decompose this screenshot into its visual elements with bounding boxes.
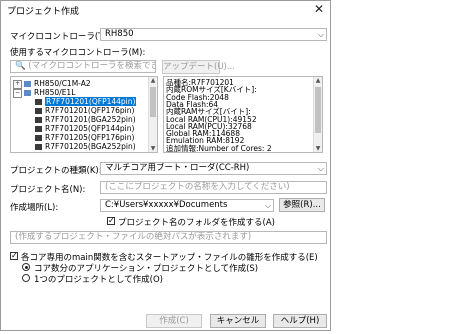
- use-mcu-label: 使用するマイクロコントローラ(M):: [10, 48, 146, 58]
- tree-item-label: R7F701201(QFP176pin): [45, 106, 135, 115]
- help-button[interactable]: ヘルプ(H): [273, 314, 327, 328]
- tree-item[interactable]: + RH850/C1M-A2: [13, 79, 91, 89]
- collapse-icon[interactable]: −: [13, 88, 22, 98]
- cancel-button[interactable]: キャンセル: [210, 314, 266, 328]
- device-group-icon: [24, 81, 31, 87]
- update-button[interactable]: アップデート(U)...: [162, 60, 235, 74]
- make-folder-label: プロジェクト名のフォルダを作成する(A): [118, 218, 275, 228]
- radio-single-project[interactable]: [22, 274, 30, 282]
- device-info-line: 追加情報:Number of Cores: 2: [166, 143, 272, 153]
- device-group-icon: [24, 90, 31, 96]
- project-type-dropdown[interactable]: マルチコア用ブート・ローダ(CC-RH) ⌵: [100, 162, 327, 175]
- location-value: C:¥Users¥xxxxx¥Documents: [105, 200, 228, 210]
- microcontroller-label: マイクロコントローラ(T):: [10, 32, 110, 42]
- tree-item[interactable]: R7F701205(QFP144pin): [35, 124, 134, 133]
- chip-icon: [35, 99, 42, 105]
- tree-item-label: R7F701205(QFP176pin): [45, 133, 135, 142]
- project-type-value: マルチコア用ブート・ローダ(CC-RH): [105, 163, 250, 173]
- location-combo[interactable]: C:¥Users¥xxxxx¥Documents ⌵: [100, 199, 274, 212]
- title-bar: プロジェクト作成 ✕: [1, 1, 330, 18]
- tree-item[interactable]: R7F701205(QFP176pin): [35, 133, 134, 142]
- chip-icon: [35, 135, 42, 141]
- scroll-up-icon[interactable]: ▲: [149, 77, 157, 84]
- info-scroll-thumb[interactable]: [315, 87, 321, 133]
- tree-scroll-thumb[interactable]: [150, 87, 156, 117]
- tree-item-label: RH850/C1M-A2: [34, 79, 91, 88]
- mcu-search-placeholder: (マイクロコントローラを検索できます): [28, 61, 155, 71]
- tree-item[interactable]: R7F701201(QFP176pin): [35, 106, 134, 115]
- project-name-placeholder: (ここにプロジェクトの名称を入力してください): [105, 182, 290, 192]
- project-type-label: プロジェクトの種類(K):: [10, 166, 102, 176]
- scroll-down-icon[interactable]: ▼: [149, 145, 157, 152]
- radio-single-project-label: 1つのプロジェクトとして作成(O): [34, 275, 163, 285]
- chevron-down-icon: ⌵: [317, 164, 324, 173]
- chip-icon: [35, 108, 42, 114]
- startup-file-checkbox[interactable]: ✓: [10, 252, 18, 260]
- tree-item-label: RH850/E1L: [34, 88, 76, 97]
- project-name-label: プロジェクト名(N):: [10, 185, 86, 195]
- chevron-down-icon: ⌵: [317, 30, 324, 39]
- chip-icon: [35, 144, 42, 150]
- window-title: プロジェクト作成: [7, 7, 80, 17]
- info-scrollbar[interactable]: ▲ ▼: [313, 77, 322, 152]
- tree-item[interactable]: R7F701205(BGA252pin): [35, 142, 136, 151]
- tree-item[interactable]: − RH850/E1L: [13, 88, 76, 98]
- location-label: 作成場所(L):: [10, 203, 59, 213]
- tree-scrollbar[interactable]: ▲ ▼: [148, 77, 157, 152]
- create-project-dialog: プロジェクト作成 ✕ マイクロコントローラ(T): RH850 ⌵ 使用するマイ…: [0, 0, 331, 331]
- path-preview-field: (作成するプロジェクト・ファイルの絶対パスが表示されます): [10, 231, 327, 244]
- project-name-input[interactable]: (ここにプロジェクトの名称を入力してください): [100, 181, 327, 194]
- device-info-panel: 品種名:R7F701201 内蔵ROMサイズ[Kバイト]: Code Flash:…: [163, 76, 323, 153]
- chevron-down-icon: ⌵: [264, 201, 271, 210]
- chip-icon: [35, 126, 42, 132]
- microcontroller-value: RH850: [105, 29, 134, 39]
- mcu-search-input[interactable]: 🔍 (マイクロコントローラを検索できます): [10, 60, 156, 73]
- search-icon: 🔍: [15, 61, 26, 71]
- microcontroller-dropdown[interactable]: RH850 ⌵: [100, 28, 327, 41]
- tree-item-label: R7F701201(QFP144pin): [45, 97, 137, 106]
- scroll-down-icon[interactable]: ▼: [314, 145, 322, 152]
- make-folder-checkbox[interactable]: ✓: [107, 217, 115, 225]
- tree-item[interactable]: R7F701201(BGA252pin): [35, 115, 136, 124]
- mcu-tree[interactable]: + RH850/C1M-A2− RH850/E1L R7F701201(QFP144p…: [10, 76, 158, 153]
- tree-item[interactable]: R7F701201(QFP144pin): [35, 97, 137, 106]
- tree-item-label: R7F701205(BGA252pin): [45, 142, 136, 151]
- browse-button[interactable]: 参照(R)...: [279, 198, 325, 212]
- close-icon[interactable]: ✕: [314, 2, 324, 16]
- chip-icon: [35, 117, 42, 123]
- path-preview-text: (作成するプロジェクト・ファイルの絶対パスが表示されます): [15, 232, 252, 242]
- scroll-up-icon[interactable]: ▲: [314, 77, 322, 84]
- tree-item-label: R7F701205(QFP144pin): [45, 124, 135, 133]
- create-button[interactable]: 作成(C): [146, 314, 202, 328]
- tree-item-label: R7F701201(BGA252pin): [45, 115, 136, 124]
- radio-app-projects[interactable]: [22, 263, 30, 271]
